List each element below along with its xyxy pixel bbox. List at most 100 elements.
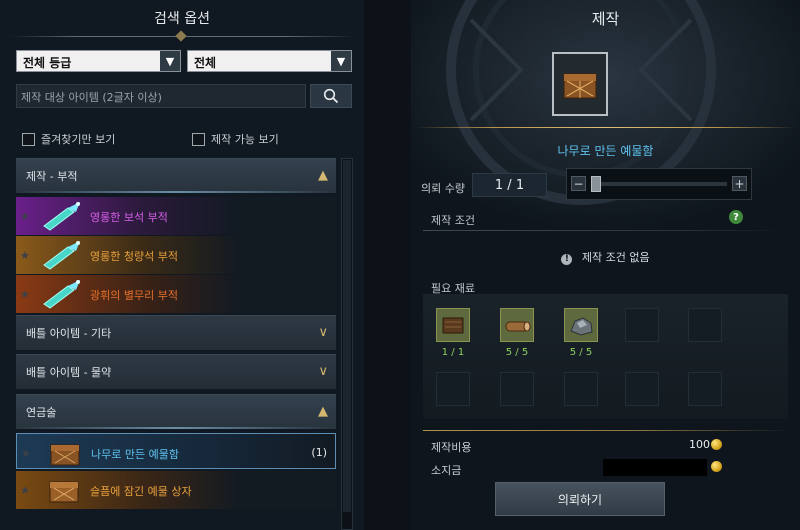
no-condition-text: 제작 조건 없음 [581, 251, 650, 264]
list-item[interactable]: ★ 영롱한 보석 부적 [16, 197, 336, 235]
chevron-down-icon: ▼ [331, 51, 351, 71]
materials-grid [423, 294, 788, 419]
empty-material-slot [625, 308, 659, 342]
crafting-window: 검색 옵션 전체 등급 ▼ 전체 ▼ 제작 대상 아이템 (2글자 이상) 즐겨… [0, 0, 800, 530]
list-item[interactable]: ★ 광휘의 별무리 부적 [16, 275, 336, 313]
empty-material-slot [688, 372, 722, 406]
checkbox-box [192, 132, 205, 146]
item-name: 광휘의 별무리 부적 [90, 289, 178, 302]
grade-select[interactable]: 전체 등급 ▼ [16, 50, 181, 72]
search-button[interactable] [310, 84, 352, 108]
increase-button[interactable]: + [732, 176, 747, 191]
target-item-name: 나무로 만든 예물함 [557, 144, 654, 158]
grade-select-value: 전체 등급 [23, 56, 72, 70]
item-name: 슬픔에 잠긴 예물 상자 [90, 485, 192, 498]
favorite-star-icon[interactable]: ★ [20, 249, 30, 262]
material-slot[interactable] [564, 308, 598, 342]
charm-icon [43, 241, 80, 270]
scrollbar-thumb[interactable] [343, 160, 351, 512]
slider-handle[interactable] [591, 176, 601, 192]
empty-material-slot [564, 372, 598, 406]
chevron-down-icon: ∨ [318, 325, 328, 340]
timber-icon [505, 321, 531, 332]
category-label: 배틀 아이템 - 물약 [26, 366, 112, 379]
search-options-panel: 검색 옵션 전체 등급 ▼ 전체 ▼ 제작 대상 아이템 (2글자 이상) 즐겨… [0, 0, 364, 530]
empty-material-slot [436, 372, 470, 406]
favorite-star-icon[interactable]: ★ [20, 210, 30, 223]
category-label: 연금술 [26, 406, 57, 419]
type-select[interactable]: 전체 ▼ [187, 50, 352, 72]
cost-value: 100 [689, 438, 710, 451]
condition-title: 제작 조건 [431, 214, 475, 227]
favorite-star-icon[interactable]: ★ [20, 288, 30, 301]
ore-stone-icon [570, 317, 593, 336]
slider-track[interactable] [591, 182, 727, 186]
item-name: 나무로 만든 예물함 [91, 448, 179, 461]
craftable-only-checkbox[interactable]: 제작 가능 보기 [192, 131, 279, 147]
craftable-only-label: 제작 가능 보기 [211, 133, 279, 146]
wood-log-icon [442, 317, 464, 334]
item-name: 영롱한 보석 부적 [90, 211, 168, 224]
gold-divider [415, 127, 796, 128]
quantity-value: 1 / 1 [494, 177, 525, 193]
request-craft-button[interactable]: 의뢰하기 [495, 482, 665, 516]
chevron-down-icon: ∨ [318, 364, 328, 379]
held-gold-value [603, 459, 707, 476]
title-ornament [175, 30, 187, 42]
cost-label: 제작비용 [431, 441, 472, 454]
empty-material-slot [625, 372, 659, 406]
list-item[interactable]: ★ 영롱한 청량석 부적 [16, 236, 336, 274]
category-alchemy[interactable]: 연금술 ▲ [16, 394, 336, 429]
category-charm[interactable]: 제작 - 부적 ▲ [16, 158, 336, 193]
section-divider [423, 230, 788, 231]
held-gold-label: 소지금 [431, 464, 462, 477]
no-condition-message: ! 제작 조건 없음 [411, 249, 800, 265]
list-item-selected[interactable]: ★ 나무로 만든 예물함 (1) [16, 433, 336, 469]
favorite-star-icon[interactable]: ★ [21, 447, 31, 460]
wooden-chest-icon [563, 73, 597, 99]
wooden-chest-icon [50, 444, 80, 466]
material-count: 1 / 1 [441, 347, 465, 358]
checkbox-box [22, 132, 35, 146]
chest-icon [49, 481, 79, 503]
material-slot[interactable] [436, 308, 470, 342]
crafting-panel: 제작 나무로 만든 예물함 의뢰 수량 1 / 1 − + 제작 조건 ? ! … [411, 0, 800, 530]
search-icon [323, 88, 339, 104]
chevron-up-icon: ▲ [318, 404, 328, 419]
list-item[interactable]: ★ 슬픔에 잠긴 예물 상자 [16, 471, 336, 509]
favorites-only-label: 즐겨찾기만 보기 [41, 133, 116, 146]
search-input[interactable]: 제작 대상 아이템 (2글자 이상) [16, 84, 306, 108]
empty-material-slot [688, 308, 722, 342]
material-count: 5 / 5 [569, 347, 593, 358]
gold-coin-icon [711, 439, 722, 450]
decrease-button[interactable]: − [571, 176, 586, 191]
charm-icon [43, 202, 80, 231]
category-label: 제작 - 부적 [26, 170, 78, 183]
recipe-list: 제작 - 부적 ▲ ★ 영롱한 보석 부적 ★ 영롱한 청량석 부적 ★ 광휘의… [16, 158, 336, 530]
material-slot[interactable] [500, 308, 534, 342]
search-options-title: 검색 옵션 [154, 11, 210, 27]
list-scrollbar[interactable] [341, 158, 353, 530]
gold-divider [423, 430, 788, 431]
favorites-only-checkbox[interactable]: 즐겨찾기만 보기 [22, 131, 115, 147]
quantity-slider[interactable]: − + [566, 168, 752, 200]
empty-material-slot [500, 372, 534, 406]
favorite-star-icon[interactable]: ★ [20, 484, 30, 497]
search-placeholder: 제작 대상 아이템 (2글자 이상) [21, 91, 162, 104]
chevron-down-icon: ▼ [160, 51, 180, 71]
target-item-frame [552, 52, 608, 116]
request-button-label: 의뢰하기 [557, 492, 603, 507]
crafting-title: 제작 [591, 10, 620, 28]
gold-coin-icon [711, 461, 722, 472]
chevron-up-icon: ▲ [318, 168, 328, 183]
type-select-value: 전체 [194, 56, 217, 70]
quantity-input[interactable]: 1 / 1 [472, 173, 547, 197]
item-count: (1) [311, 446, 327, 459]
category-label: 배틀 아이템 - 기타 [26, 327, 112, 340]
help-icon[interactable]: ? [729, 210, 743, 224]
category-battle-potion[interactable]: 배틀 아이템 - 물약 ∨ [16, 354, 336, 389]
category-battle-etc[interactable]: 배틀 아이템 - 기타 ∨ [16, 315, 336, 350]
quantity-label: 의뢰 수량 [421, 182, 465, 195]
item-name: 영롱한 청량석 부적 [90, 250, 178, 263]
info-icon: ! [561, 254, 573, 265]
